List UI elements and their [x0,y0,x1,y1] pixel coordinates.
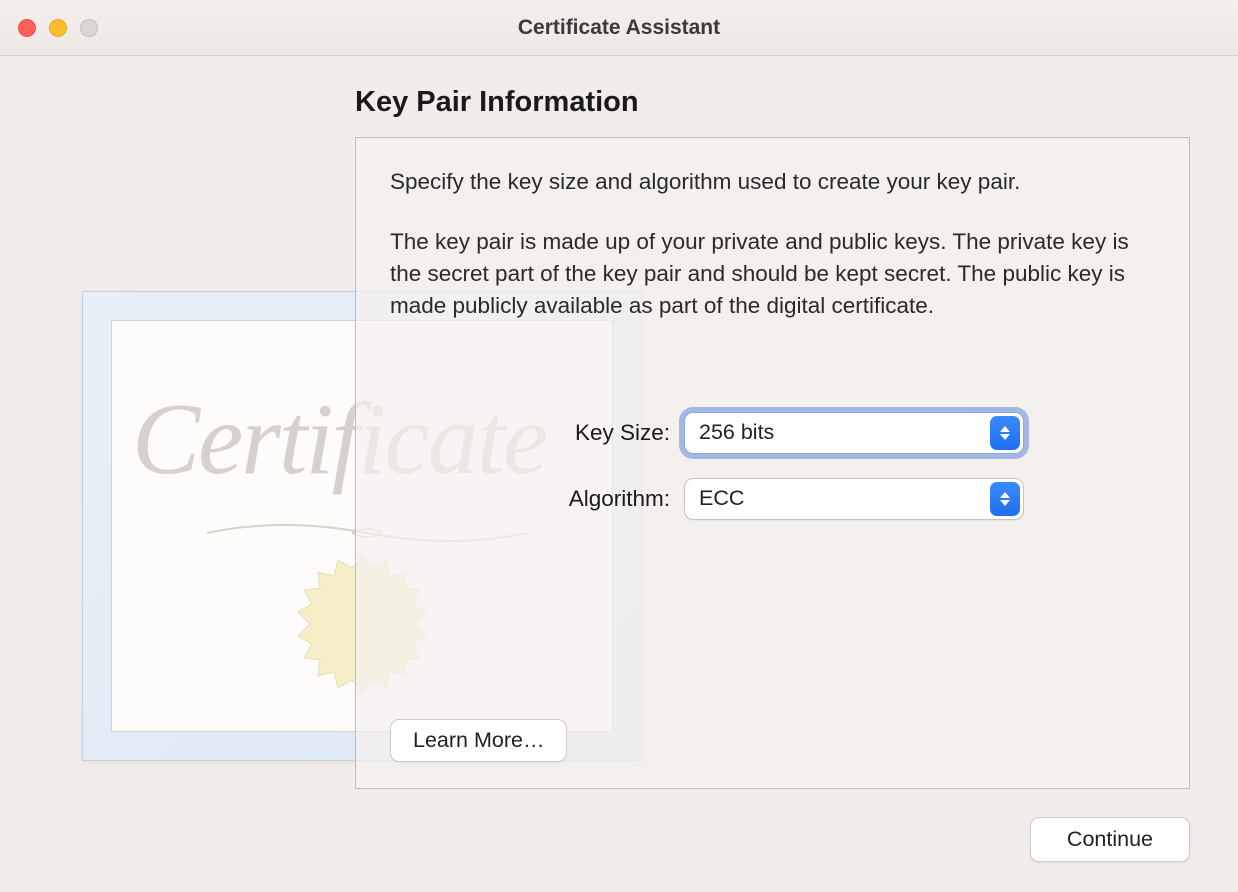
key-size-row: Key Size: 256 bits [510,412,1155,454]
key-size-select[interactable]: 256 bits [684,412,1024,454]
minimize-icon[interactable] [49,19,67,37]
chevron-up-down-icon [990,482,1020,516]
key-size-label: Key Size: [510,420,670,446]
main-panel: Key Pair Information Specify the key siz… [355,56,1238,892]
content: Certificate Key Pair Infor [0,56,1238,892]
panel-box: Specify the key size and algorithm used … [355,137,1190,789]
maximize-icon [80,19,98,37]
titlebar: Certificate Assistant [0,0,1238,56]
algorithm-label: Algorithm: [510,486,670,512]
algorithm-select[interactable]: ECC [684,478,1024,520]
description-line-2: The key pair is made up of your private … [390,226,1155,322]
description: Specify the key size and algorithm used … [390,166,1155,322]
learn-more-button[interactable]: Learn More… [390,719,567,762]
form: Key Size: 256 bits Algorithm: ECC [510,412,1155,520]
window-title: Certificate Assistant [0,16,1238,40]
key-size-value: 256 bits [699,420,774,445]
algorithm-row: Algorithm: ECC [510,478,1155,520]
chevron-up-down-icon [990,416,1020,450]
continue-button[interactable]: Continue [1030,817,1190,862]
close-icon[interactable] [18,19,36,37]
panel-title: Key Pair Information [355,86,1190,119]
algorithm-value: ECC [699,486,744,511]
description-line-1: Specify the key size and algorithm used … [390,166,1155,198]
window-controls [18,19,98,37]
